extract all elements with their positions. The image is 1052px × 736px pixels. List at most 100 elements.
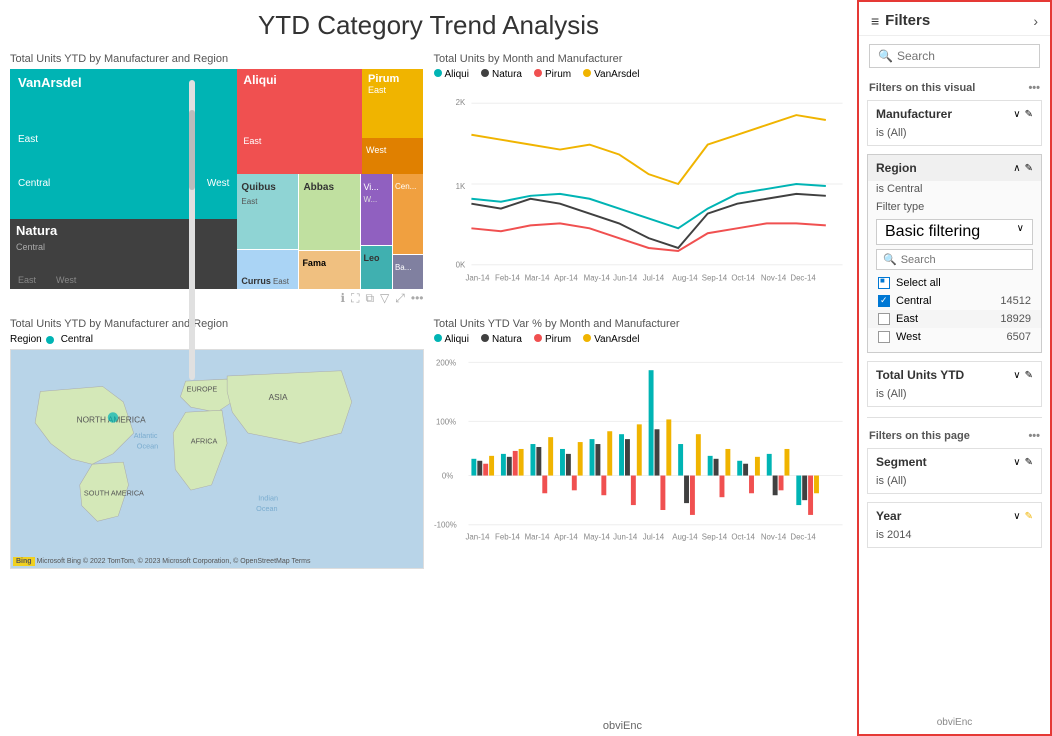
filter-option-central[interactable]: Central 14512 xyxy=(868,292,1041,310)
filter-manufacturer-header[interactable]: Manufacturer ∨ ✎ xyxy=(868,101,1041,127)
year-chevron-icon[interactable]: ∨ xyxy=(1013,511,1020,522)
vanarsdel-line xyxy=(471,115,825,184)
filter-totalunits-value: is (All) xyxy=(868,388,1041,406)
world-map-svg: NORTH AMERICA SOUTH AMERICA EUROPE AFRIC… xyxy=(11,350,423,568)
segment-edit-icon[interactable]: ✎ xyxy=(1025,457,1033,468)
filter-totalunits-header[interactable]: Total Units YTD ∨ ✎ xyxy=(868,362,1041,388)
currus-east: East xyxy=(273,277,289,286)
filters-page-more[interactable]: ••• xyxy=(1028,430,1040,442)
treemap-cell-ba[interactable]: Ba... xyxy=(393,255,424,289)
region-chevron-up-icon[interactable]: ∧ xyxy=(1013,163,1020,174)
treemap-cell-aliqui[interactable]: Aliqui East xyxy=(237,69,362,174)
region-search-input[interactable] xyxy=(901,254,1026,266)
info-icon[interactable]: ℹ xyxy=(341,291,346,306)
vanarsdel-central: Central xyxy=(18,178,50,189)
filters-on-visual-label: Filters on this visual ••• xyxy=(859,76,1050,96)
legend-vanarsdel: VanArsdel xyxy=(583,69,639,80)
treemap-right: Aliqui East Pirum East West xyxy=(237,69,423,289)
copy-icon[interactable]: ⧉ xyxy=(365,291,374,306)
col1: Quibus East Currus East xyxy=(237,174,298,289)
treemap-cell-natura[interactable]: Natura Central East West xyxy=(10,219,237,289)
filter-title-text: Filters xyxy=(885,12,930,29)
focus-icon[interactable]: ⤢ xyxy=(395,291,405,306)
bc-pirum-dot xyxy=(534,334,542,342)
select-all-checkbox[interactable] xyxy=(878,277,890,289)
central-label: Central xyxy=(896,295,931,307)
treemap-cell-leo[interactable]: Leo xyxy=(361,246,392,289)
filter-year-header[interactable]: Year ∨ ✎ xyxy=(868,503,1041,529)
treemap-cell-fama[interactable]: Fama xyxy=(299,251,360,289)
year-edit-icon[interactable]: ✎ xyxy=(1025,511,1033,522)
east-checkbox[interactable] xyxy=(878,313,890,325)
svg-text:Apr-14: Apr-14 xyxy=(554,273,578,282)
totalunits-edit-icon[interactable]: ✎ xyxy=(1025,370,1033,381)
aliqui-east: East xyxy=(243,136,261,146)
legend-aliqui: Aliqui xyxy=(434,69,469,80)
totalunits-chevron-icon[interactable]: ∨ xyxy=(1013,370,1020,381)
filter-header: ≡ Filters › xyxy=(859,2,1050,36)
svg-text:Mar-14: Mar-14 xyxy=(524,273,550,282)
filter-manufacturer-icons: ∨ ✎ xyxy=(1013,109,1033,120)
west-checkbox[interactable] xyxy=(878,331,890,343)
segment-chevron-icon[interactable]: ∨ xyxy=(1013,457,1020,468)
filters-visual-more[interactable]: ••• xyxy=(1028,82,1040,94)
filter-segment-header[interactable]: Segment ∨ ✎ xyxy=(868,449,1041,475)
svg-text:Nov-14: Nov-14 xyxy=(760,533,786,542)
treemap-cell-cen[interactable]: Cen... xyxy=(393,174,424,254)
treemap-cell-currus[interactable]: Currus East xyxy=(237,250,298,289)
leo-label: Leo xyxy=(363,253,379,263)
vi-label: Vi... xyxy=(363,182,378,192)
manufacturer-edit-icon[interactable]: ✎ xyxy=(1025,109,1033,120)
filter-region-header[interactable]: Region ∧ ✎ xyxy=(868,155,1041,181)
pirum-label: Pirum xyxy=(368,73,417,85)
ba-label: Ba... xyxy=(395,263,411,272)
collapse-icon[interactable]: › xyxy=(1033,13,1038,29)
aliqui-dot xyxy=(434,69,442,77)
svg-text:0%: 0% xyxy=(441,471,452,480)
treemap[interactable]: VanArsdel East Central West Natura Centr… xyxy=(10,69,424,289)
filter-search-input[interactable] xyxy=(897,49,1031,63)
indian-ocean-label: Ocean xyxy=(256,504,277,513)
atlantic-ocean-label: Ocean xyxy=(137,442,158,451)
treemap-cell-abbas[interactable]: Abbas xyxy=(299,174,360,250)
central-count: 14512 xyxy=(1000,295,1031,307)
natura-label: Natura xyxy=(16,223,231,238)
filter-icon[interactable]: ▽ xyxy=(380,291,389,306)
filter-option-east[interactable]: East 18929 xyxy=(868,310,1041,328)
treemap-cell-quibus[interactable]: Quibus East xyxy=(237,174,298,249)
y-label-2k: 2K xyxy=(455,98,465,107)
filter-type-dropdown[interactable]: Basic filtering ∨ xyxy=(876,219,1033,245)
svg-text:Sep-14: Sep-14 xyxy=(701,533,727,542)
west-count: 6507 xyxy=(1007,331,1031,343)
more-icon[interactable]: ••• xyxy=(411,291,424,306)
treemap-cell-vanarsdel[interactable]: VanArsdel East Central West xyxy=(10,69,237,219)
filter-option-west[interactable]: West 6507 xyxy=(868,328,1041,346)
svg-text:Aug-14: Aug-14 xyxy=(672,273,698,282)
west-option-label: West xyxy=(878,331,921,343)
expand-icon[interactable]: ⛶ xyxy=(351,291,359,306)
filter-segment-name: Segment xyxy=(876,455,927,469)
svg-text:Jun-14: Jun-14 xyxy=(613,533,638,542)
central-checkbox[interactable] xyxy=(878,295,890,307)
region-edit-icon[interactable]: ✎ xyxy=(1025,163,1033,174)
map-area[interactable]: NORTH AMERICA SOUTH AMERICA EUROPE AFRIC… xyxy=(10,349,424,569)
map-panel: Total Units YTD by Manufacturer and Regi… xyxy=(10,318,424,569)
map-attribution: Bing Microsoft Bing © 2022 TomTom, © 202… xyxy=(13,557,311,566)
filter-totalunits-icons: ∨ ✎ xyxy=(1013,370,1033,381)
filters-on-page-text: Filters on this page xyxy=(869,430,970,442)
filter-region-search[interactable]: 🔍 xyxy=(876,249,1033,270)
filter-search-box[interactable]: 🔍 xyxy=(869,44,1040,68)
treemap-cell-pirum[interactable]: Pirum East xyxy=(362,69,423,138)
vanarsdel-label: VanArsdel xyxy=(18,75,82,90)
treemap-cell-vi[interactable]: Vi... W... xyxy=(361,174,392,245)
linechart-title: Total Units by Month and Manufacturer xyxy=(434,53,848,65)
filter-region-value: is Central xyxy=(868,181,1041,197)
bc-vanarsdel-dot xyxy=(583,334,591,342)
filter-select-all[interactable]: Select all xyxy=(868,274,1041,292)
manufacturer-chevron-icon[interactable]: ∨ xyxy=(1013,109,1020,120)
panel-bottom: obviEnc xyxy=(859,552,1050,734)
treemap-cell-west[interactable]: West xyxy=(362,138,423,174)
legend-pirum: Pirum xyxy=(534,69,571,80)
asia-label: ASIA xyxy=(269,392,288,402)
vanarsdel-east: East xyxy=(18,134,38,145)
